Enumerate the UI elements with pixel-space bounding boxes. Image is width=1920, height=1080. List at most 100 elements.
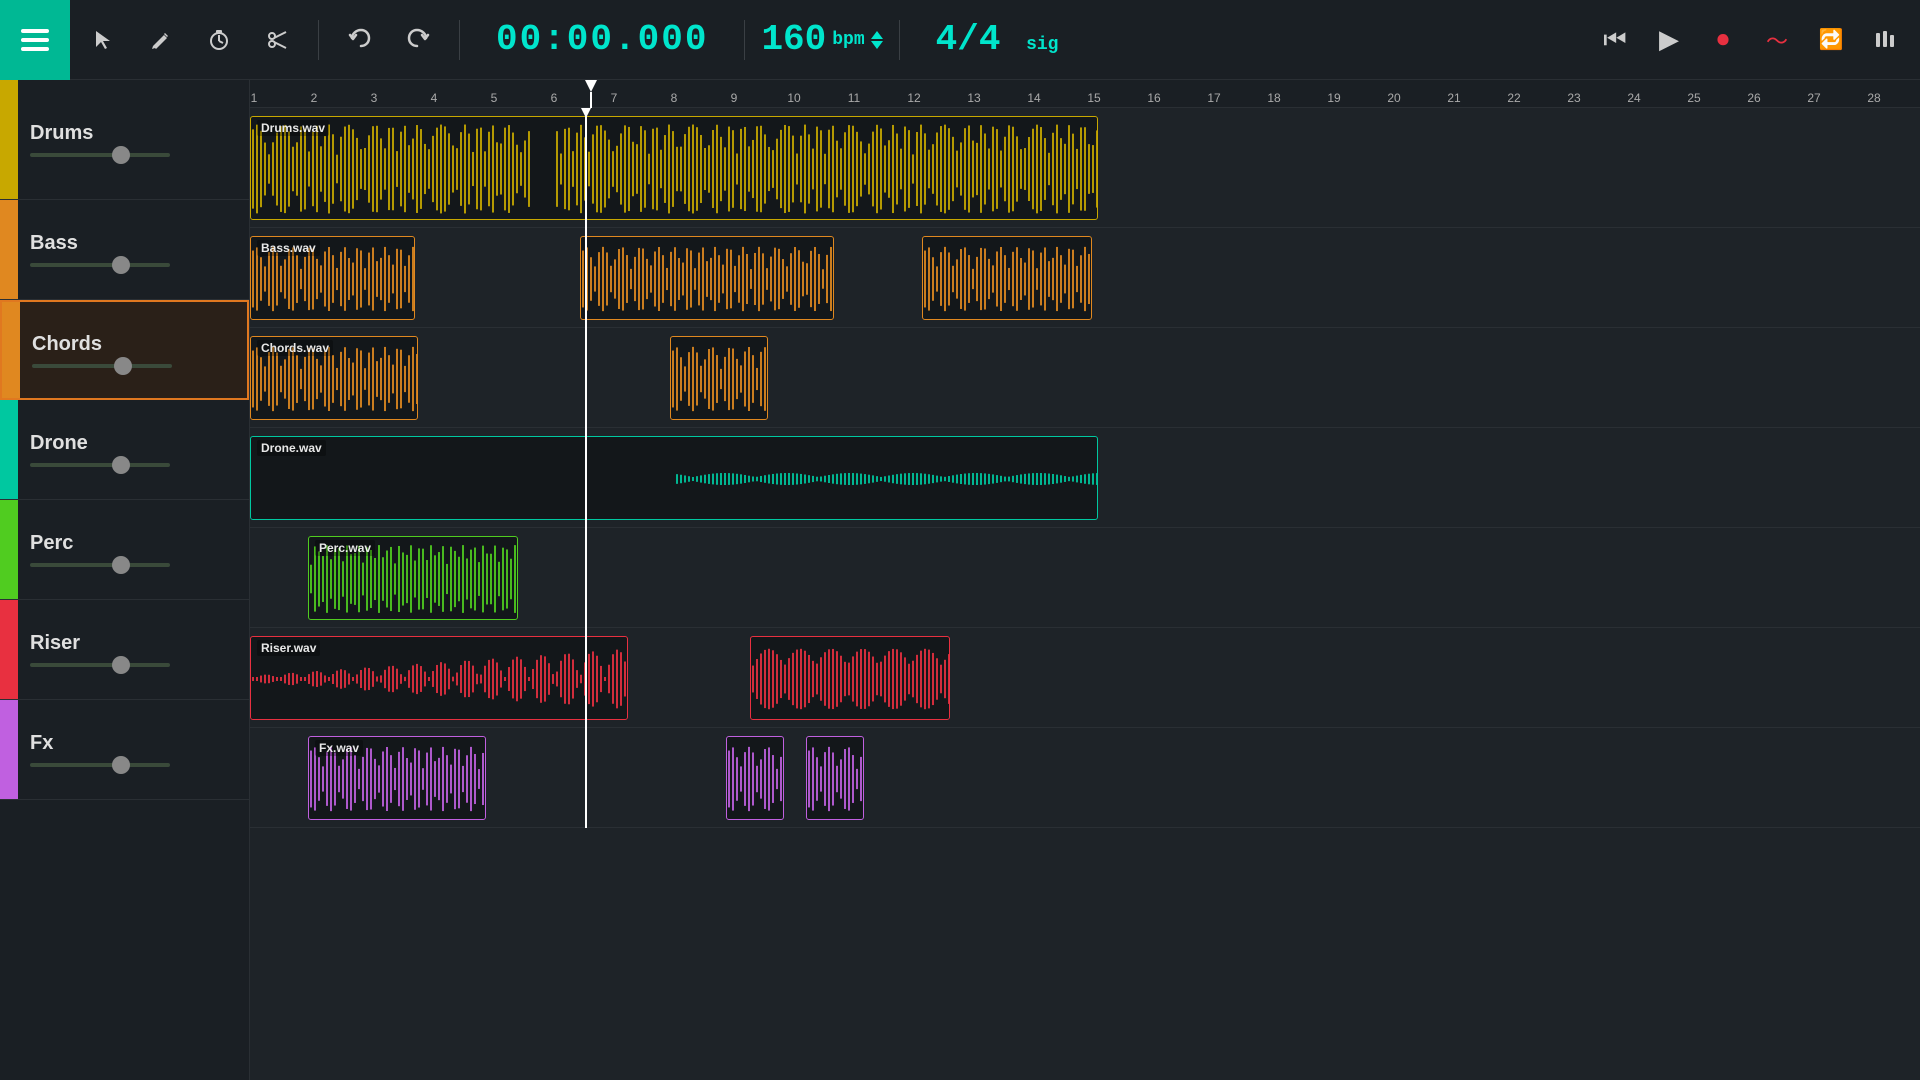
track-header-riser[interactable]: Riser [0,600,249,700]
waveform-fx-1 [727,737,784,820]
bpm-value[interactable]: 160 [761,19,826,60]
track-lane-fx[interactable]: Fx.wav [250,728,1920,828]
ruler-marker-20: 20 [1374,91,1414,105]
track-header-perc[interactable]: Perc [0,500,249,600]
track-volume-bass[interactable] [30,263,170,267]
clip-perc-0[interactable]: Perc.wav [308,536,518,620]
scissors-tool-button[interactable] [252,15,302,65]
track-header-drone[interactable]: Drone [0,400,249,500]
track-volume-thumb-chords[interactable] [114,357,132,375]
bpm-display: 160 bpm [761,19,882,60]
track-headers: Drums Bass [0,80,250,1080]
bpm-arrows [871,31,883,49]
ruler-marker-18: 18 [1254,91,1294,105]
track-volume-thumb-drone[interactable] [112,456,130,474]
track-volume-fx[interactable] [30,763,170,767]
track-name-chords: Chords [32,333,235,356]
track-lane-riser[interactable]: Riser.wav [250,628,1920,728]
clip-fx-0[interactable]: Fx.wav [308,736,486,820]
menu-button[interactable] [0,0,70,80]
track-color-bass [0,200,18,299]
clip-bass-2[interactable] [922,236,1092,320]
record-button[interactable]: ⏺ [1698,15,1748,65]
rewind-button[interactable]: ⏮ [1590,15,1640,65]
track-header-bass[interactable]: Bass [0,200,249,300]
ruler-marker-14: 14 [1014,91,1054,105]
clip-drone-0[interactable]: Drone.wav [250,436,1098,520]
track-info-fx: Fx [18,722,249,777]
track-info-drone: Drone [18,422,249,477]
track-volume-drums[interactable] [30,153,170,157]
track-volume-drone[interactable] [30,463,170,467]
ruler-marker-16: 16 [1134,91,1174,105]
track-color-perc [0,500,18,599]
sig-value[interactable]: 4/4 [936,19,1001,60]
ruler-marker-12: 12 [894,91,934,105]
track-volume-riser[interactable] [30,663,170,667]
time-signature-display: 4/4 sig [936,19,1059,60]
track-color-drone [0,400,18,499]
ruler-marker-26: 26 [1734,91,1774,105]
track-lane-bass[interactable]: Bass.wav [250,228,1920,328]
clip-riser-0[interactable]: Riser.wav [250,636,628,720]
ruler-marker-27: 27 [1794,91,1834,105]
automation-button[interactable]: 〜 [1752,15,1802,65]
clip-riser-1[interactable] [750,636,950,720]
ruler-marker-15: 15 [1074,91,1114,105]
tracks-container[interactable]: Drums.wav Bass.wav Chords.wav Drone.wav Perc… [250,108,1920,1080]
track-volume-perc[interactable] [30,563,170,567]
track-volume-thumb-perc[interactable] [112,556,130,574]
waveform-fx-2 [807,737,864,820]
clip-bass-0[interactable]: Bass.wav [250,236,415,320]
ruler-marker-17: 17 [1194,91,1234,105]
track-color-riser [0,600,18,699]
track-lane-perc[interactable]: Perc.wav [250,528,1920,628]
ruler[interactable]: 1234567891011121314151617181920212223242… [250,80,1920,108]
track-slider-row-drone [30,463,237,467]
ruler-marker-8: 8 [654,91,694,105]
track-volume-thumb-drums[interactable] [112,146,130,164]
track-color-chords [2,302,20,398]
track-volume-thumb-fx[interactable] [112,756,130,774]
clip-fx-2[interactable] [806,736,864,820]
redo-button[interactable] [393,15,443,65]
track-name-drone: Drone [30,432,237,455]
pencil-tool-button[interactable] [136,15,186,65]
track-color-drums [0,80,18,199]
main-area: Drums Bass [0,80,1920,1080]
playhead-marker [585,80,597,108]
track-lane-chords[interactable]: Chords.wav [250,328,1920,428]
track-slider-row-riser [30,663,237,667]
track-header-chords[interactable]: Chords [0,300,249,400]
track-lane-drone[interactable]: Drone.wav [250,428,1920,528]
track-lane-drums[interactable]: Drums.wav [250,108,1920,228]
track-slider-row-chords [32,364,235,368]
track-slider-row-drums [30,153,237,157]
bpm-label: bpm [832,30,864,50]
separator-2 [459,20,460,60]
timer-tool-button[interactable] [194,15,244,65]
track-volume-thumb-riser[interactable] [112,656,130,674]
clip-drums-0[interactable]: Drums.wav [250,116,1098,220]
separator-3 [744,20,745,60]
clip-bass-1[interactable] [580,236,834,320]
timeline-area: 1234567891011121314151617181920212223242… [250,80,1920,1080]
track-volume-chords[interactable] [32,364,172,368]
ruler-marker-13: 13 [954,91,994,105]
loop-button[interactable]: 🔁 [1806,15,1856,65]
undo-button[interactable] [335,15,385,65]
ruler-marker-2: 2 [294,91,334,105]
ruler-marker-21: 21 [1434,91,1474,105]
bpm-down-arrow[interactable] [871,41,883,49]
clip-chords-1[interactable] [670,336,768,420]
track-volume-thumb-bass[interactable] [112,256,130,274]
track-header-fx[interactable]: Fx [0,700,249,800]
bpm-up-arrow[interactable] [871,31,883,39]
track-header-drums[interactable]: Drums [0,80,249,200]
select-tool-button[interactable] [78,15,128,65]
clip-chords-0[interactable]: Chords.wav [250,336,418,420]
clip-fx-1[interactable] [726,736,784,820]
play-button[interactable]: ▶ [1644,15,1694,65]
mixer-button[interactable] [1860,15,1910,65]
track-name-fx: Fx [30,732,237,755]
